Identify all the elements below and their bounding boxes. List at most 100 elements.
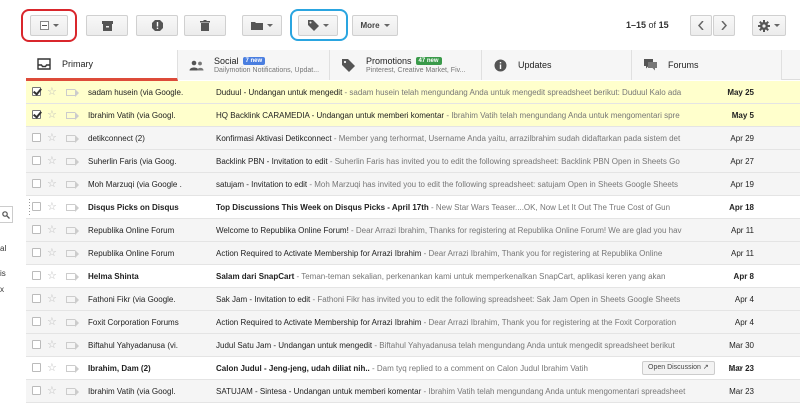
message-row[interactable]: ☆ Helma Shinta Salam dari SnapCart - Tem… [26, 265, 800, 288]
row-checkbox[interactable] [32, 271, 41, 280]
message-content: Konfirmasi Aktivasi Detikconnect - Membe… [216, 127, 724, 149]
importance-marker-icon[interactable] [66, 388, 79, 396]
importance-marker-icon[interactable] [66, 250, 79, 258]
tab-social[interactable]: Social 7 new Dailymotion Notifications, U… [178, 50, 330, 80]
pagination-range: 1–15 [626, 20, 647, 30]
message-row[interactable]: ☆ Fathoni Fikr (via Google. Sak Jam - In… [26, 288, 800, 311]
search-people-button[interactable] [0, 206, 13, 223]
message-content: Top Discussions This Week on Disqus Pick… [216, 196, 724, 218]
tab-updates[interactable]: Updates [482, 50, 632, 80]
row-checkbox[interactable] [32, 317, 41, 326]
row-checkbox[interactable] [32, 110, 41, 119]
message-row[interactable]: ☆ sadam husein (via Google. Duduul - Und… [26, 81, 800, 104]
importance-marker-icon[interactable] [66, 296, 79, 304]
importance-marker-icon[interactable] [66, 135, 79, 143]
message-list: ☆ sadam husein (via Google. Duduul - Und… [26, 81, 800, 403]
importance-marker-icon[interactable] [66, 181, 79, 189]
message-date: Apr 11 [731, 249, 754, 258]
chevron-down-icon [383, 24, 390, 27]
star-icon[interactable]: ☆ [47, 173, 57, 195]
older-button[interactable] [713, 15, 735, 36]
message-row[interactable]: ☆ Ibrahim Vatih (via Googl. SATUJAM - Si… [26, 380, 800, 403]
star-icon[interactable]: ☆ [47, 265, 57, 287]
message-content: Backlink PBN - Invitation to edit - Suhe… [216, 150, 724, 172]
message-snippet: - Ibrahim Vatih telah mengundang Anda un… [444, 111, 680, 120]
message-sender: Ibrahim, Dam (2) [88, 364, 151, 373]
row-checkbox[interactable] [32, 363, 41, 372]
importance-marker-icon[interactable] [66, 342, 79, 350]
message-row[interactable]: ☆ Foxit Corporation Forums Action Requir… [26, 311, 800, 334]
star-icon[interactable]: ☆ [47, 311, 57, 333]
move-to-button[interactable] [242, 15, 282, 36]
message-row[interactable]: ☆ Biftahul Yahyadanusa (vi. Judul Satu J… [26, 334, 800, 357]
chevron-left-icon [698, 21, 704, 30]
row-checkbox[interactable] [32, 294, 41, 303]
row-checkbox[interactable] [32, 87, 41, 96]
sidebar-fragment: x [0, 285, 4, 294]
row-checkbox[interactable] [32, 248, 41, 257]
message-sender: Republika Online Forum [88, 226, 175, 235]
tab-promotions[interactable]: Promotions 47 new Pinterest, Creative Mar… [330, 50, 482, 80]
message-snippet: - Moh Marzuqi has invited you to edit th… [307, 180, 679, 189]
tab-forums[interactable]: Forums [632, 50, 782, 80]
report-spam-button[interactable] [136, 15, 178, 36]
sidebar-fragment: is [0, 269, 6, 278]
row-checkbox[interactable] [32, 202, 41, 211]
message-snippet: - Teman-teman sekalian, perkenankan kami… [294, 272, 666, 281]
message-row[interactable]: ☆ Moh Marzuqi (via Google . satujam - In… [26, 173, 800, 196]
row-checkbox[interactable] [32, 179, 41, 188]
row-checkbox[interactable] [32, 156, 41, 165]
message-subject: Judul Satu Jam - Undangan untuk mengedit [216, 341, 373, 350]
message-sender: Foxit Corporation Forums [88, 318, 179, 327]
archive-button[interactable] [86, 15, 128, 36]
star-icon[interactable]: ☆ [47, 81, 57, 103]
star-icon[interactable]: ☆ [47, 104, 57, 126]
message-sender: Suherlin Faris (via Goog. [88, 157, 177, 166]
more-button[interactable]: More [352, 15, 398, 36]
row-checkbox[interactable] [32, 386, 41, 395]
importance-marker-icon[interactable] [66, 89, 79, 97]
star-icon[interactable]: ☆ [47, 380, 57, 402]
message-date: May 5 [731, 111, 754, 120]
importance-marker-icon[interactable] [66, 365, 79, 373]
message-row[interactable]: ☆ detikconnect (2) Konfirmasi Aktivasi D… [26, 127, 800, 150]
star-icon[interactable]: ☆ [47, 334, 57, 356]
message-content: Judul Satu Jam - Undangan untuk mengedit… [216, 334, 724, 356]
message-row[interactable]: ☆ Disqus Picks on Disqus Top Discussions… [26, 196, 800, 219]
message-row[interactable]: ☆ Ibrahim Vatih (via Googl. HQ Backlink … [26, 104, 800, 127]
row-checkbox[interactable] [32, 340, 41, 349]
importance-marker-icon[interactable] [66, 112, 79, 120]
message-row[interactable]: ☆ Republika Online Forum Action Required… [26, 242, 800, 265]
star-icon[interactable]: ☆ [47, 242, 57, 264]
row-checkbox[interactable] [32, 133, 41, 142]
star-icon[interactable]: ☆ [47, 196, 57, 218]
star-icon[interactable]: ☆ [47, 288, 57, 310]
star-icon[interactable]: ☆ [47, 127, 57, 149]
importance-marker-icon[interactable] [66, 204, 79, 212]
importance-marker-icon[interactable] [66, 227, 79, 235]
delete-button[interactable] [184, 15, 226, 36]
drag-handle[interactable] [28, 198, 31, 216]
newer-button[interactable] [690, 15, 712, 36]
message-row[interactable]: ☆ Republika Online Forum Welcome to Repu… [26, 219, 800, 242]
tab-primary[interactable]: Primary [26, 50, 178, 81]
message-snippet: - New Star Wars Teaser....OK, Now Let It… [428, 203, 671, 212]
message-row[interactable]: ☆ Ibrahim, Dam (2) Calon Judul - Jeng-je… [26, 357, 800, 380]
message-row[interactable]: ☆ Suherlin Faris (via Goog. Backlink PBN… [26, 150, 800, 173]
tab-label: Social [214, 56, 239, 66]
importance-marker-icon[interactable] [66, 319, 79, 327]
star-icon[interactable]: ☆ [47, 150, 57, 172]
message-subject: Konfirmasi Aktivasi Detikconnect [216, 134, 332, 143]
star-icon[interactable]: ☆ [47, 357, 57, 379]
importance-marker-icon[interactable] [66, 273, 79, 281]
message-content: Welcome to Republika Online Forum! - Dea… [216, 219, 724, 241]
message-date: Apr 29 [730, 134, 754, 143]
importance-marker-icon[interactable] [66, 158, 79, 166]
star-icon[interactable]: ☆ [47, 219, 57, 241]
more-label: More [360, 21, 380, 30]
open-discussion-button[interactable]: Open Discussion ↗ [642, 361, 715, 375]
row-checkbox[interactable] [32, 225, 41, 234]
message-snippet: - Fathoni Fikr has invited you to edit t… [310, 295, 681, 304]
message-sender: Ibrahim Vatih (via Googl. [88, 111, 176, 120]
settings-button[interactable] [752, 15, 786, 36]
